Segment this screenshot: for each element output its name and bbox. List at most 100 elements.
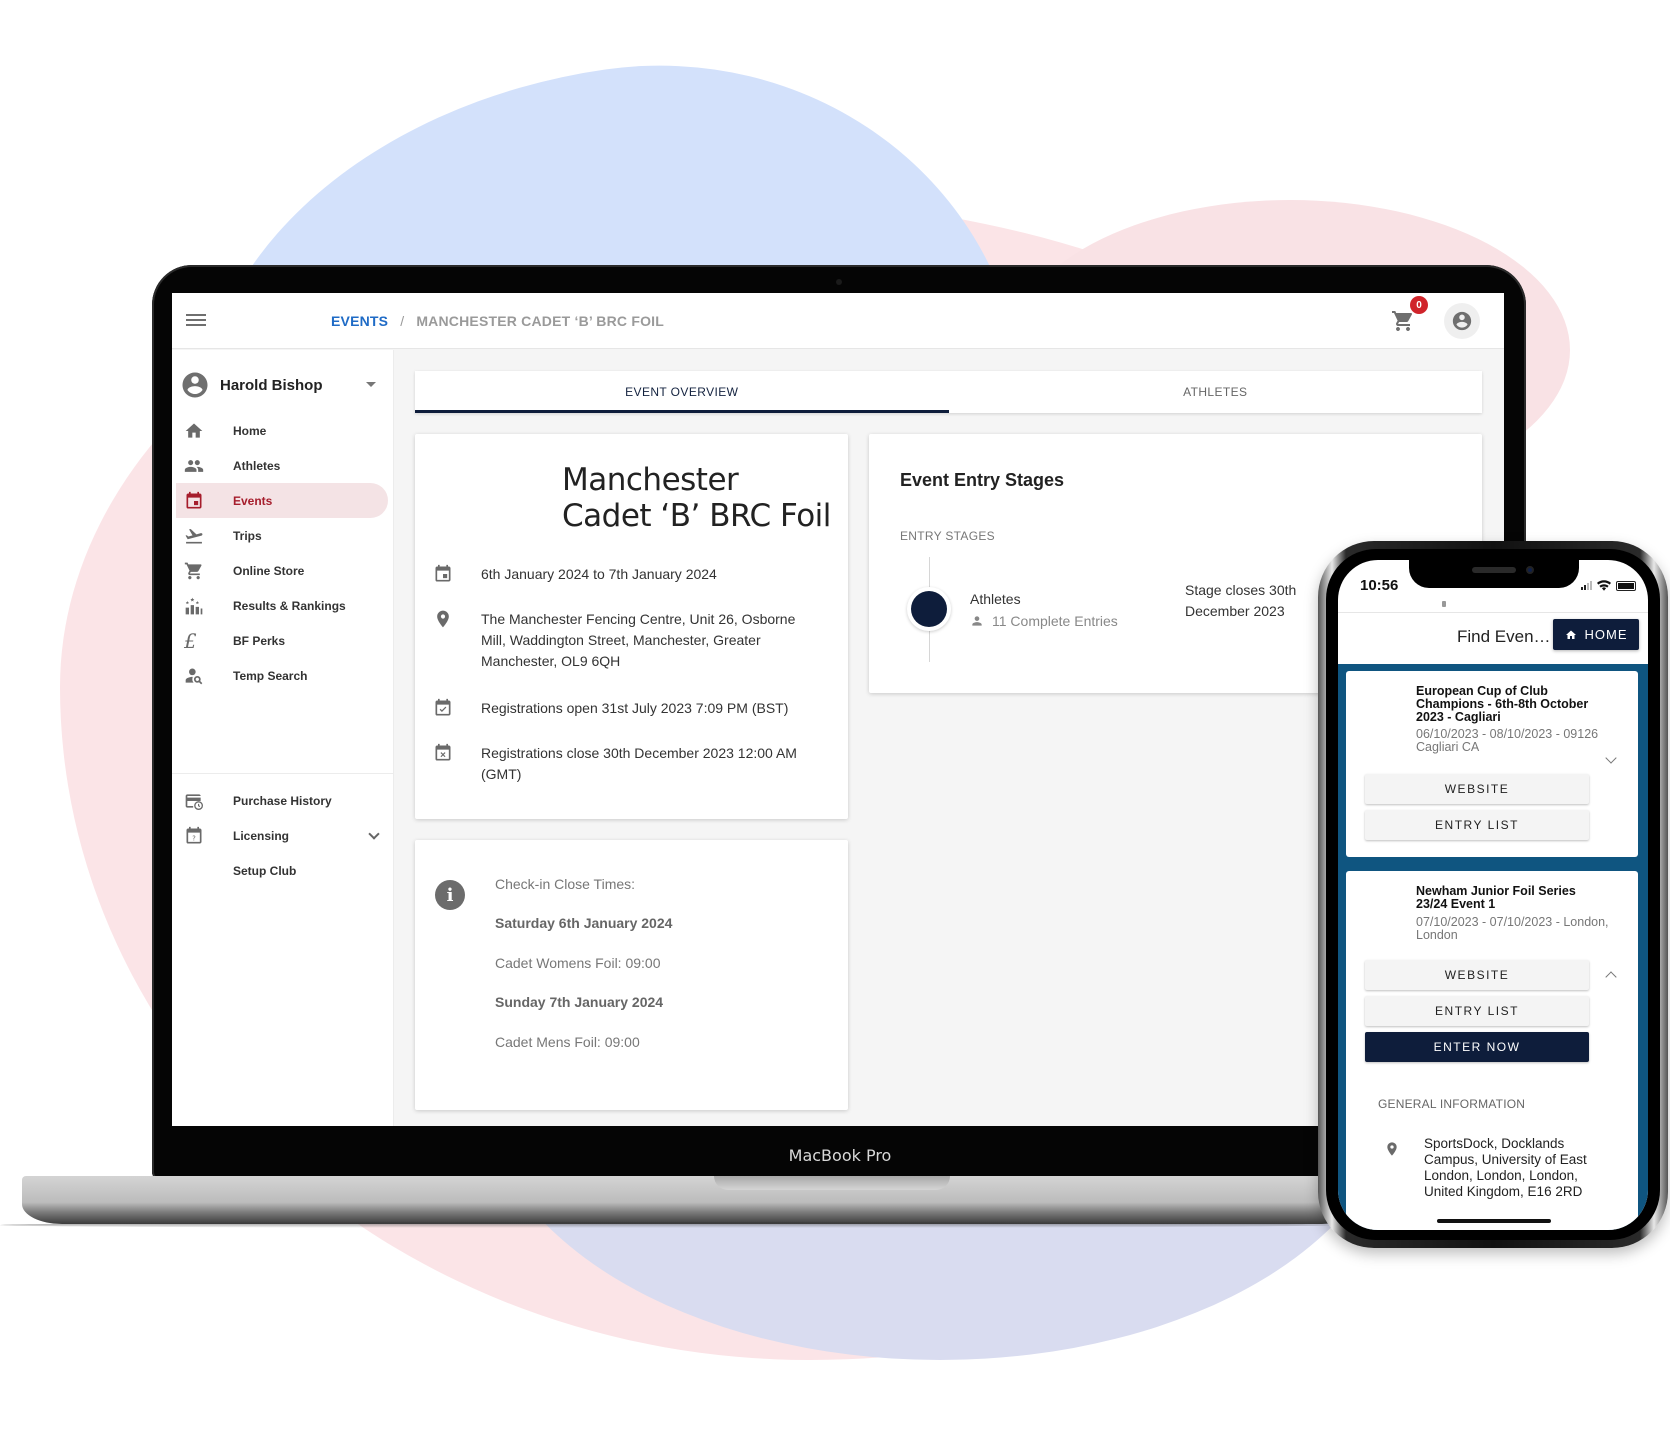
checkin-day: Sunday 7th January 2024 (495, 994, 664, 1010)
phone-event-meta: 06/10/2023 - 08/10/2023 - 09126 Cagliari… (1416, 727, 1599, 754)
account-circle-icon (1452, 311, 1472, 331)
calendar-icon (186, 491, 202, 509)
breadcrumb-events-link[interactable]: EVENTS (331, 313, 388, 329)
laptop-shadow (0, 1222, 1330, 1228)
signal-icon (1581, 581, 1592, 590)
battery-icon (1616, 580, 1636, 591)
sidebar-item-label: Temp Search (233, 668, 308, 683)
phone-notch (1409, 560, 1579, 588)
account-button[interactable] (1444, 303, 1480, 339)
rankings-icon (185, 597, 203, 615)
home-button-label: HOME (1584, 627, 1628, 642)
event-tabs: EVENT OVERVIEW ATHLETES (415, 371, 1482, 413)
stage-entries: 11 Complete Entries (970, 613, 1118, 629)
info-icon: i (435, 880, 465, 910)
phone-event-meta: 07/10/2023 - 07/10/2023 - London, London (1416, 915, 1609, 942)
user-menu[interactable]: Harold Bishop (180, 368, 380, 402)
chevron-down-icon[interactable] (1605, 752, 1617, 764)
laptop-model-label: MacBook Pro (788, 1146, 892, 1165)
location-pin-icon (1387, 1142, 1397, 1156)
flight-icon (185, 528, 203, 544)
checkin-time: Cadet Womens Foil: 09:00 (495, 955, 661, 971)
sidebar-item-label: Results & Rankings (233, 598, 346, 613)
calendar-close-icon (435, 743, 451, 761)
person-search-icon (185, 668, 203, 685)
chevron-down-icon[interactable] (368, 828, 380, 840)
person-icon (972, 616, 982, 626)
tab-athletes[interactable]: ATHLETES (949, 371, 1483, 413)
entry-list-button[interactable]: ENTRY LIST (1365, 810, 1589, 840)
sidebar-item-label: Home (233, 423, 267, 438)
phone-front-camera (1526, 566, 1534, 574)
purchase-history-icon (185, 794, 203, 810)
sidebar-item-setup-club[interactable]: Setup Club (176, 853, 388, 888)
sidebar-nav: Home Athletes Events Trips Online Store … (176, 413, 388, 693)
stage-marker (911, 591, 947, 627)
general-information-label: GENERAL INFORMATION (1378, 1097, 1526, 1111)
sidebar-item-label: Setup Club (233, 863, 297, 878)
cart-icon[interactable] (1390, 309, 1416, 333)
sidebar-item-label: Licensing (233, 828, 290, 843)
sidebar-item-bf-perks[interactable]: £ BF Perks (176, 623, 388, 658)
breadcrumb-separator: / (400, 313, 405, 329)
laptop-camera (836, 279, 842, 285)
event-dates: 6th January 2024 to 7th January 2024 (481, 566, 717, 582)
sidebar-item-results-rankings[interactable]: Results & Rankings (176, 588, 388, 623)
phone-home-indicator[interactable] (1437, 1219, 1551, 1223)
stage-close-date: Stage closes 30th December 2023 (1185, 582, 1297, 619)
phone-page-title: Find Even… (1457, 627, 1551, 646)
entry-stages-title: Event Entry Stages (900, 470, 1065, 490)
home-button[interactable]: HOME (1553, 619, 1639, 650)
website-button[interactable]: WEBSITE (1365, 774, 1589, 804)
cart-icon (184, 562, 202, 580)
phone-status-icons (1581, 580, 1636, 591)
cart-count-badge: 0 (1410, 296, 1428, 314)
breadcrumb-current: MANCHESTER CADET ‘B’ BRC FOIL (416, 313, 665, 329)
calendar-check-icon (435, 698, 451, 716)
licensing-icon: ? (186, 826, 202, 844)
enter-now-button[interactable]: ENTER NOW (1365, 1032, 1589, 1062)
sidebar-item-temp-search[interactable]: Temp Search (176, 658, 388, 693)
event-venue-row: The Manchester Fencing Centre, Unit 26, … (433, 609, 833, 669)
checkin-times-card: i Check-in Close Times: Saturday 6th Jan… (415, 840, 848, 1110)
phone-event-list: European Cup of Club Champions - 6th-8th… (1338, 664, 1648, 1230)
stage-name: Athletes (970, 591, 1021, 607)
entry-stages-subtitle: ENTRY STAGES (900, 529, 995, 543)
sidebar-item-events[interactable]: Events (176, 483, 388, 518)
event-venue: The Manchester Fencing Centre, Unit 26, … (481, 611, 796, 669)
event-dates-row: 6th January 2024 to 7th January 2024 (433, 564, 833, 584)
stage-entries-count: 11 Complete Entries (992, 613, 1118, 629)
sidebar-secondary-nav: Purchase History ? Licensing Setup Club (176, 783, 388, 888)
sidebar-item-licensing[interactable]: ? Licensing (176, 818, 388, 853)
phone-speaker (1472, 567, 1516, 573)
sidebar-item-label: Athletes (233, 458, 281, 473)
tab-event-overview[interactable]: EVENT OVERVIEW (415, 371, 949, 413)
website-button[interactable]: WEBSITE (1365, 960, 1589, 990)
svg-text:?: ? (192, 835, 196, 843)
phone-event-title: Newham Junior Foil Series 23/24 Event 1 (1416, 884, 1576, 911)
home-icon (185, 423, 203, 438)
laptop-lid-notch (714, 1176, 950, 1190)
sidebar-item-trips[interactable]: Trips (176, 518, 388, 553)
sidebar-item-label: Online Store (233, 563, 305, 578)
phone-event-card: European Cup of Club Champions - 6th-8th… (1346, 671, 1638, 857)
calendar-icon (435, 564, 451, 582)
laptop-screen: EVENTS / MANCHESTER CADET ‘B’ BRC FOIL 0… (172, 293, 1504, 1126)
checkin-heading: Check-in Close Times: (495, 876, 636, 892)
sidebar-item-label: Purchase History (233, 793, 332, 808)
sidebar-item-athletes[interactable]: Athletes (176, 448, 388, 483)
sidebar-item-online-store[interactable]: Online Store (176, 553, 388, 588)
menu-icon[interactable] (186, 311, 206, 329)
phone-status-time: 10:56 (1360, 577, 1399, 594)
breadcrumb: EVENTS / MANCHESTER CADET ‘B’ BRC FOIL (331, 313, 664, 329)
sidebar-divider (172, 773, 394, 774)
home-icon (1565, 630, 1576, 639)
chevron-up-icon[interactable] (1605, 971, 1617, 983)
registrations-open: Registrations open 31st July 2023 7:09 P… (481, 700, 789, 716)
laptop-base (22, 1176, 1362, 1224)
entry-list-button[interactable]: ENTRY LIST (1365, 996, 1589, 1026)
sidebar-item-purchase-history[interactable]: Purchase History (176, 783, 388, 818)
sidebar: Harold Bishop Home Athletes Events Trips (172, 350, 394, 1126)
wifi-icon (1597, 580, 1611, 591)
sidebar-item-home[interactable]: Home (176, 413, 388, 448)
